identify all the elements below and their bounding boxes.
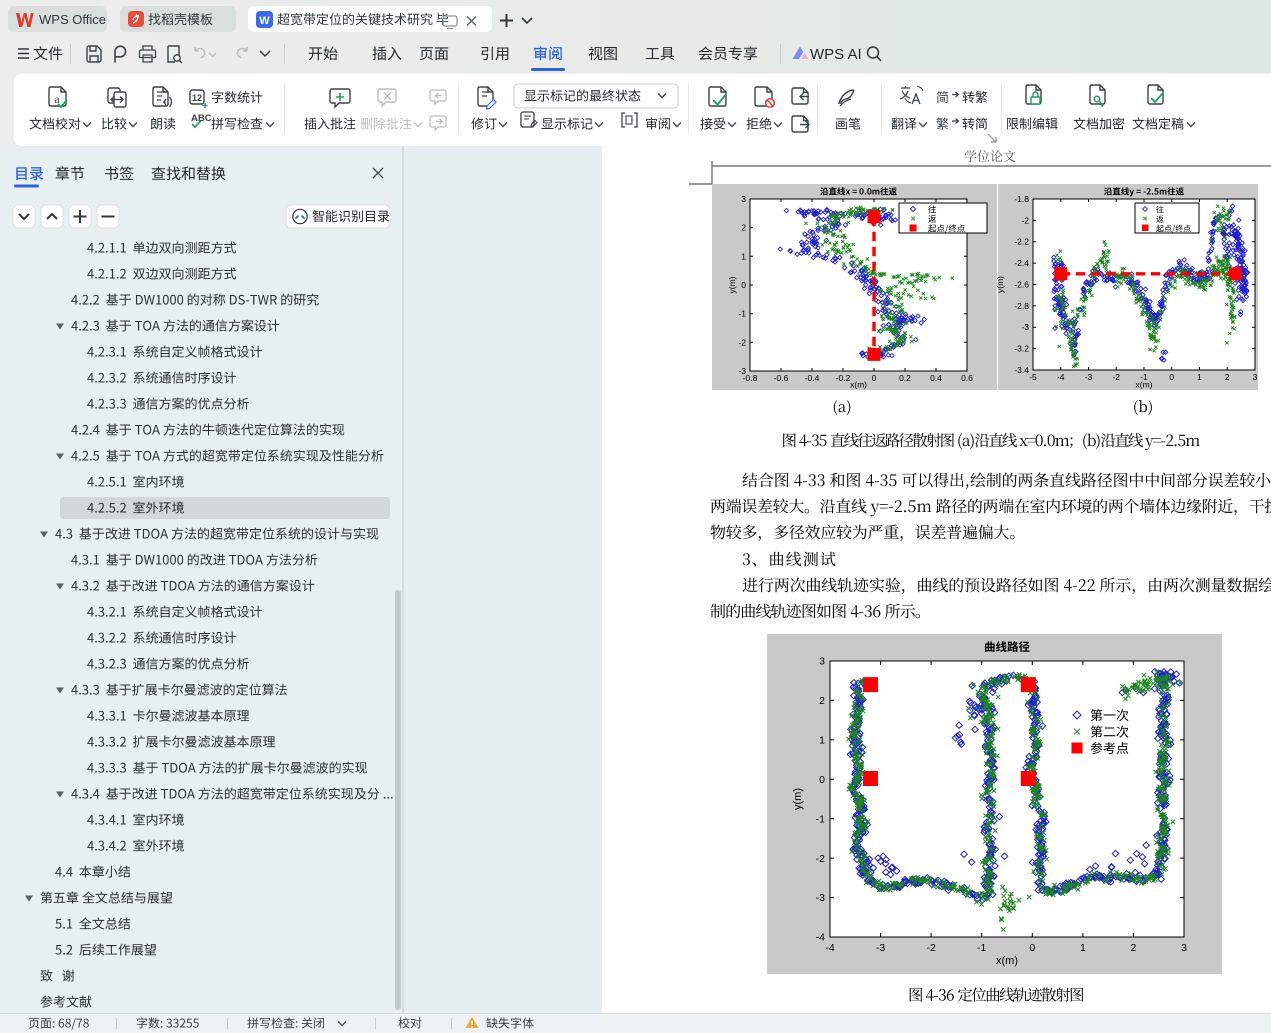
svg-text:-1: -1 — [738, 309, 746, 319]
svg-text:-2.4: -2.4 — [1014, 258, 1029, 268]
svg-text:-3.2: -3.2 — [1014, 344, 1029, 354]
svg-text:-4: -4 — [825, 942, 834, 954]
svg-text:0: 0 — [741, 280, 746, 290]
svg-text:-3: -3 — [1021, 322, 1029, 332]
svg-text:-3.4: -3.4 — [1014, 365, 1029, 375]
svg-text:-1: -1 — [977, 942, 986, 954]
svg-text:0.4: 0.4 — [930, 373, 942, 383]
svg-text:2: 2 — [1225, 372, 1230, 382]
svg-text:-0.4: -0.4 — [805, 373, 820, 383]
svg-text:-2: -2 — [1021, 215, 1029, 225]
svg-text:3: 3 — [1253, 372, 1258, 382]
svg-text:y(m): y(m) — [727, 276, 737, 293]
svg-text:-4: -4 — [1057, 372, 1065, 382]
svg-text:1: 1 — [819, 735, 825, 747]
svg-text:a: a — [54, 92, 60, 106]
svg-text:-3: -3 — [876, 942, 885, 954]
svg-text:-5: -5 — [1029, 372, 1037, 382]
svg-text:2: 2 — [1131, 942, 1137, 954]
svg-text:y(m): y(m) — [792, 788, 804, 810]
svg-text:3: 3 — [741, 194, 746, 204]
svg-text:-4: -4 — [816, 932, 825, 944]
svg-text:3: 3 — [819, 656, 825, 668]
svg-text:WPS AI: WPS AI — [810, 46, 862, 63]
svg-text:0: 0 — [1169, 372, 1174, 382]
svg-text:x(m): x(m) — [850, 380, 867, 390]
svg-text:y(m): y(m) — [995, 276, 1005, 293]
svg-text:x(m): x(m) — [996, 955, 1018, 967]
svg-text:0: 0 — [819, 774, 825, 786]
svg-text:0.2: 0.2 — [899, 373, 911, 383]
svg-text:-2.2: -2.2 — [1014, 237, 1029, 247]
svg-text:-3: -3 — [816, 892, 825, 904]
svg-text:-2: -2 — [926, 942, 935, 954]
svg-text:-1: -1 — [816, 813, 825, 825]
svg-text:W: W — [259, 15, 270, 27]
svg-text:12: 12 — [192, 93, 202, 103]
svg-text:-2.6: -2.6 — [1014, 279, 1029, 289]
svg-text:-2: -2 — [1112, 372, 1120, 382]
svg-text:1: 1 — [1197, 372, 1202, 382]
svg-text:-3: -3 — [738, 366, 746, 376]
svg-text:3: 3 — [1181, 942, 1187, 954]
svg-text:0.6: 0.6 — [961, 373, 973, 383]
svg-text:-3: -3 — [1085, 372, 1093, 382]
svg-text:WPS Office: WPS Office — [39, 12, 106, 27]
svg-text:0: 0 — [872, 373, 877, 383]
svg-text:0: 0 — [1029, 942, 1035, 954]
svg-text:-2.8: -2.8 — [1014, 301, 1029, 311]
svg-text:2: 2 — [741, 223, 746, 233]
svg-text:-0.6: -0.6 — [774, 373, 789, 383]
svg-text:-2: -2 — [816, 853, 825, 865]
svg-text:1: 1 — [741, 251, 746, 261]
svg-text:ABC: ABC — [191, 113, 212, 124]
svg-text:2: 2 — [819, 695, 825, 707]
svg-text:-2: -2 — [738, 337, 746, 347]
svg-text:-0.2: -0.2 — [836, 373, 851, 383]
svg-text:x(m): x(m) — [1136, 380, 1153, 390]
svg-text:1: 1 — [1080, 942, 1086, 954]
svg-text:-1.8: -1.8 — [1014, 194, 1029, 204]
